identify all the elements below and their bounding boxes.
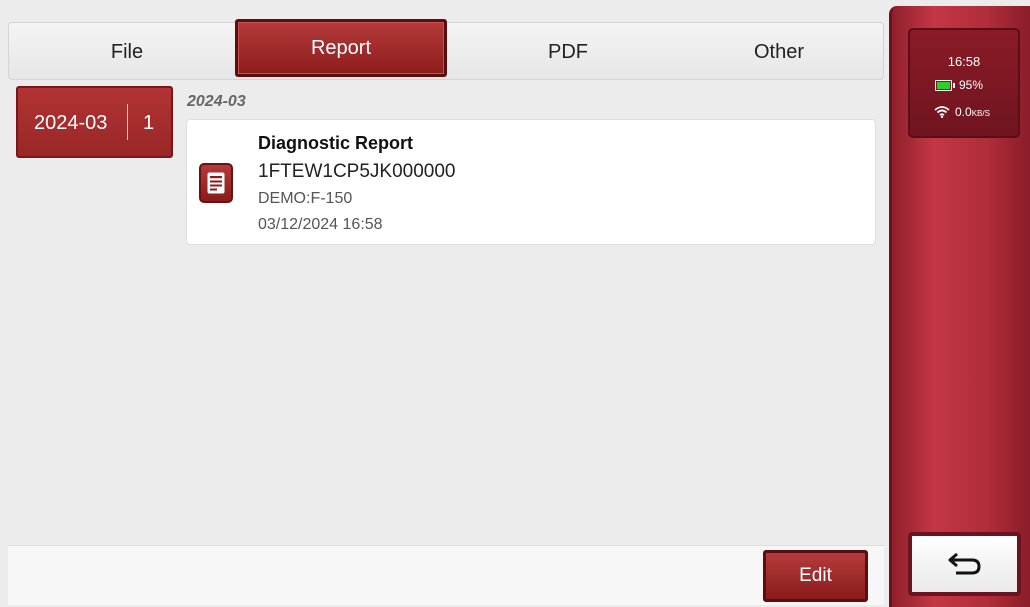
network-status: 0.0KB/S	[934, 105, 990, 119]
status-box: 16:58 95% 0.0KB/S	[908, 28, 1020, 138]
tab-report[interactable]: Report	[235, 19, 447, 77]
month-count: 1	[143, 112, 155, 134]
network-speed: 0.0	[955, 105, 972, 119]
edit-button[interactable]: Edit	[763, 550, 868, 602]
report-datetime: 03/12/2024 16:58	[258, 216, 383, 233]
report-card[interactable]: Diagnostic Report 1FTEW1CP5JK000000 DEMO…	[186, 119, 876, 245]
month-label: 2024-03	[34, 112, 108, 134]
tab-file[interactable]: File	[9, 23, 245, 81]
battery-percent: 95%	[959, 78, 984, 92]
network-unit: KB/S	[971, 109, 990, 118]
return-arrow-icon	[948, 552, 981, 575]
battery-status: 95%	[935, 78, 983, 92]
wifi-icon	[934, 106, 950, 118]
tab-other[interactable]: Other	[674, 23, 884, 81]
bottom-bar	[8, 545, 884, 605]
section-title: 2024-03	[187, 93, 246, 110]
tab-bar: File Report PDF Other	[8, 19, 884, 81]
report-document-icon	[199, 163, 233, 203]
battery-icon	[935, 79, 952, 91]
tab-pdf[interactable]: PDF	[459, 23, 677, 81]
month-list-item[interactable]: 2024-03 1	[16, 86, 173, 158]
status-time: 16:58	[947, 54, 981, 69]
report-title: Diagnostic Report	[258, 133, 414, 153]
month-divider	[127, 104, 128, 140]
report-model: DEMO:F-150	[258, 190, 353, 207]
back-button[interactable]	[908, 532, 1021, 596]
report-vin: 1FTEW1CP5JK000000	[258, 161, 456, 182]
